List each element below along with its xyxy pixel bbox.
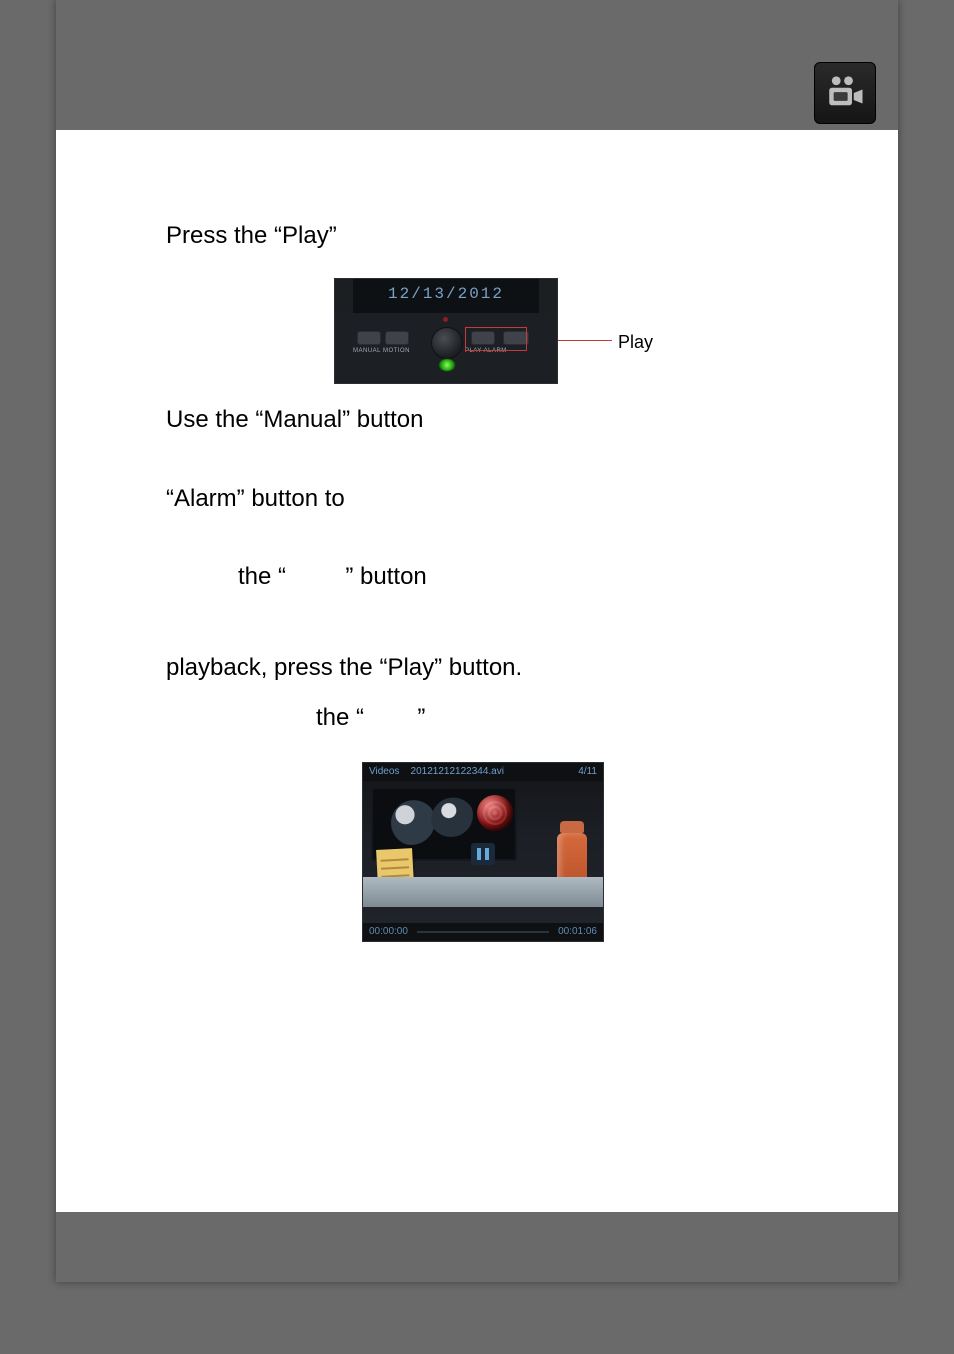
instruction-line-4: the “ ” button	[166, 561, 806, 593]
callout-label-play: Play	[618, 330, 653, 354]
scene-red-ball	[477, 795, 513, 831]
device-closeup-1: 12/13/2012 MANUAL MOTION PLAY ALARM	[334, 278, 558, 384]
motion-button	[385, 331, 409, 345]
power-led-icon	[443, 317, 448, 322]
status-led-icon	[439, 359, 455, 371]
instruction-line-5: playback, press the “Play” button.	[166, 652, 806, 684]
document-page: Press the “Play” 12/13/2012 MANUAL MOTIO…	[56, 0, 898, 1282]
camcorder-icon	[814, 62, 876, 124]
figure-playback-screen: Videos 20121212122344.avi 4/11	[166, 762, 806, 952]
instruction-line-3: “Alarm” button to	[166, 483, 806, 515]
time-start: 00:00:00	[369, 923, 408, 941]
line6-post: ”	[417, 704, 425, 731]
playback-scene	[363, 781, 603, 923]
callout-leader-line	[558, 340, 612, 341]
scene-desk	[363, 877, 603, 907]
time-end: 00:01:06	[558, 923, 597, 941]
line4-pre: the “	[238, 563, 286, 590]
panel-labels-left: MANUAL MOTION	[353, 347, 410, 355]
line6-pre: the “	[316, 704, 364, 731]
playback-timeline: 00:00:00 00:01:06	[363, 923, 603, 941]
instruction-line-1: Press the “Play”	[166, 220, 806, 252]
page-header-band	[56, 0, 898, 130]
lcd-date: 12/13/2012	[353, 279, 539, 314]
playback-title: Videos	[369, 766, 399, 777]
playback-filename: 20121212122344.avi	[411, 766, 504, 777]
timeline-bar	[417, 931, 549, 933]
joystick-icon	[431, 327, 463, 359]
instruction-line-6: the “ ”	[166, 702, 806, 734]
pause-icon	[471, 843, 495, 865]
play-highlight-box	[465, 327, 527, 351]
playback-titlebar: Videos 20121212122344.avi 4/11	[363, 763, 603, 781]
manual-button	[357, 331, 381, 345]
figure-play-button: 12/13/2012 MANUAL MOTION PLAY ALARM	[166, 278, 806, 398]
instruction-line-2: Use the “Manual” button	[166, 404, 806, 436]
playback-counter: 4/11	[578, 763, 597, 781]
playback-lcd: Videos 20121212122344.avi 4/11	[362, 762, 604, 942]
document-body: Press the “Play” 12/13/2012 MANUAL MOTIO…	[166, 220, 806, 952]
page-footer-band	[56, 1212, 898, 1282]
device-panel: MANUAL MOTION PLAY ALARM	[335, 313, 557, 383]
line4-post: ” button	[345, 563, 426, 590]
